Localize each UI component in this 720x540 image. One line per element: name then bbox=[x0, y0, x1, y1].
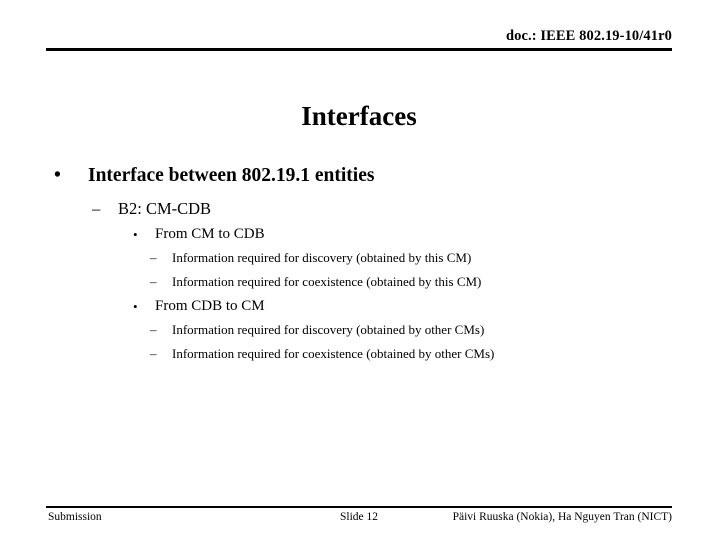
bullet-item-label: From CM to CDB bbox=[155, 226, 265, 242]
bullet-item-label: From CDB to CM bbox=[155, 298, 265, 314]
bullet-dot-icon: • bbox=[133, 227, 138, 242]
bullet-dash-icon: – bbox=[92, 199, 101, 218]
bullet-dash-icon: – bbox=[150, 250, 157, 265]
slide-body-bullet-list: • Interface between 802.19.1 entities – B2:… bbox=[0, 0, 720, 540]
bullet-item-label: Information required for discovery (obta… bbox=[172, 250, 472, 265]
bullet-dash-icon: – bbox=[150, 322, 157, 337]
bullet-item-label: Interface between 802.19.1 entities bbox=[88, 165, 375, 186]
footer-divider-rule bbox=[46, 506, 672, 508]
bullet-dash-icon: – bbox=[150, 274, 157, 289]
bullet-item-label: B2: CM-CDB bbox=[118, 199, 212, 218]
bullet-dash-icon: – bbox=[150, 346, 157, 361]
bullet-dot-icon: • bbox=[54, 165, 61, 186]
footer-authors: Päivi Ruuska (Nokia), Ha Nguyen Tran (NI… bbox=[452, 511, 672, 523]
bullet-item-label: Information required for discovery (obta… bbox=[172, 322, 485, 337]
bullet-dot-icon: • bbox=[133, 299, 138, 314]
bullet-item-label: Information required for coexistence (ob… bbox=[172, 346, 495, 361]
slide-canvas: doc.: IEEE 802.19-10/41r0 Interfaces • In… bbox=[0, 0, 720, 540]
bullet-item-label: Information required for coexistence (ob… bbox=[172, 274, 482, 289]
